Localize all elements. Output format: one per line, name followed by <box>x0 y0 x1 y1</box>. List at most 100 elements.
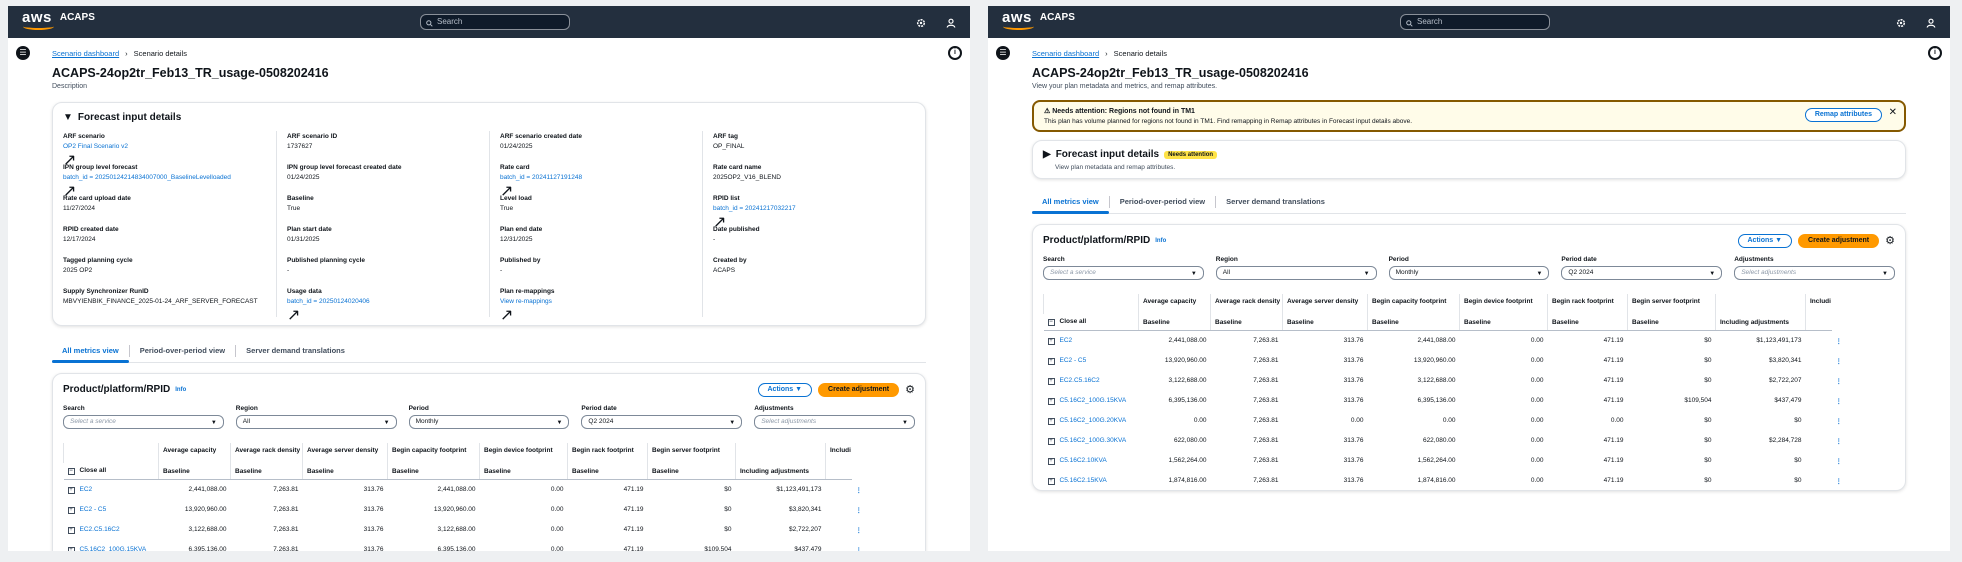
row-name-link[interactable]: EC2.C5.16C2 <box>80 526 120 533</box>
row-name[interactable]: + EC2 - C5 <box>64 500 159 520</box>
row-name-link[interactable]: C5.16C2_100G.20KVA <box>1060 417 1127 424</box>
create-adjustment-button[interactable]: Create adjustment <box>1798 234 1880 248</box>
row-name[interactable]: + C5.16C2_100G.15KVA <box>1044 391 1139 411</box>
column-header[interactable]: Average capacity <box>158 443 231 463</box>
column-header[interactable]: Includi <box>825 443 852 463</box>
expand-plus-icon[interactable]: + <box>1047 437 1055 445</box>
row-name[interactable]: + C5.16C2_100G.30KVA <box>1044 431 1139 451</box>
expand-plus-icon[interactable]: + <box>1047 477 1055 485</box>
filter-select[interactable]: Select adjustments <box>1734 266 1895 280</box>
row-name[interactable]: + EC2.C5.16C2 <box>1044 371 1139 391</box>
filter-select[interactable]: Select a service <box>63 415 224 429</box>
breadcrumb-scenario-dashboard[interactable]: Scenario dashboard <box>1032 49 1099 58</box>
row-name[interactable]: + C5.16C2.15KVA <box>1044 471 1139 491</box>
expand-plus-icon[interactable]: + <box>67 546 75 551</box>
side-nav-menu-icon[interactable]: ☰ <box>16 46 30 60</box>
close-all-control[interactable]: − Close all <box>63 463 159 480</box>
settings-gear-icon[interactable]: ⚙ <box>1885 235 1895 247</box>
remap-attributes-button[interactable]: Remap attributes <box>1804 108 1882 122</box>
tab-all-metrics[interactable]: All metrics view <box>1032 191 1109 214</box>
create-adjustment-button[interactable]: Create adjustment <box>818 383 900 397</box>
help-panel-icon[interactable]: i <box>948 46 962 60</box>
row-name-link[interactable]: C5.16C2_100G.15KVA <box>80 546 147 552</box>
expand-plus-icon[interactable]: + <box>67 526 75 534</box>
row-name-link[interactable]: C5.16C2.15KVA <box>1060 477 1107 484</box>
tab-server-demand[interactable]: Server demand translations <box>1216 191 1335 213</box>
filter-select[interactable]: All <box>235 415 397 429</box>
row-name[interactable]: + C5.16C2_100G.15KVA <box>64 540 159 552</box>
side-nav-menu-icon[interactable]: ☰ <box>996 46 1010 60</box>
filter-select[interactable]: All <box>1215 266 1377 280</box>
row-name-link[interactable]: EC2 - C5 <box>1060 357 1087 364</box>
column-header[interactable]: Average server density <box>1282 294 1368 314</box>
forecast-expander[interactable]: ▼ Forecast input details <box>63 112 915 123</box>
column-header[interactable]: Average server density <box>302 443 388 463</box>
breadcrumb-scenario-dashboard[interactable]: Scenario dashboard <box>52 49 119 58</box>
actions-button[interactable]: Actions ▼ <box>757 383 813 397</box>
actions-button[interactable]: Actions ▼ <box>1737 234 1793 248</box>
close-all-control[interactable]: − Close all <box>1043 314 1139 331</box>
expand-plus-icon[interactable]: + <box>1047 457 1055 465</box>
expand-plus-icon[interactable]: + <box>1047 417 1055 425</box>
column-header[interactable]: Begin rack footprint <box>1547 294 1628 314</box>
row-name-link[interactable]: EC2 <box>1060 337 1073 344</box>
expand-plus-icon[interactable]: + <box>1047 357 1055 365</box>
tab-all-metrics[interactable]: All metrics view <box>52 340 129 363</box>
field-link[interactable]: batch_id = 20250124214834007000_Baseline… <box>63 174 276 181</box>
help-panel-icon[interactable]: i <box>1928 46 1942 60</box>
row-name[interactable]: + EC2 <box>64 480 159 500</box>
info-link[interactable]: Info <box>1155 238 1166 244</box>
filter-select[interactable]: Monthly <box>1388 266 1550 280</box>
column-header[interactable] <box>1715 294 1806 314</box>
column-header[interactable]: Begin server footprint <box>1627 294 1716 314</box>
row-name-link[interactable]: EC2.C5.16C2 <box>1060 377 1100 384</box>
field-link[interactable]: batch_id = 20250124020406 <box>287 298 489 305</box>
row-name[interactable]: + EC2 <box>1044 331 1139 351</box>
row-name-link[interactable]: C5.16C2.10KVA <box>1060 457 1107 464</box>
row-name-link[interactable]: EC2 - C5 <box>80 506 107 513</box>
column-header[interactable]: Includi <box>1805 294 1832 314</box>
tab-period-over-period[interactable]: Period-over-period view <box>130 340 235 362</box>
tab-server-demand[interactable]: Server demand translations <box>236 340 355 362</box>
row-name-link[interactable]: EC2 <box>80 486 93 493</box>
global-search-input[interactable]: Search <box>420 14 570 30</box>
row-name[interactable]: + EC2 - C5 <box>1044 351 1139 371</box>
column-header[interactable]: Begin capacity footprint <box>387 443 480 463</box>
field-link[interactable]: OP2 Final Scenario v2 <box>63 143 276 150</box>
filter-select[interactable]: Q2 2024 <box>581 415 743 429</box>
column-header[interactable]: Average rack density <box>230 443 303 463</box>
filter-select[interactable]: Q2 2024 <box>1561 266 1723 280</box>
column-header[interactable]: Begin rack footprint <box>567 443 648 463</box>
settings-gear-icon[interactable] <box>916 15 926 28</box>
column-header[interactable]: Begin capacity footprint <box>1367 294 1460 314</box>
row-name[interactable]: + C5.16C2_100G.20KVA <box>1044 411 1139 431</box>
global-search-input[interactable]: Search <box>1400 14 1550 30</box>
field-link[interactable]: batch_id = 20241127191248 <box>500 174 702 181</box>
aws-logo[interactable]: aws ACAPS <box>1002 10 1075 30</box>
filter-select[interactable]: Monthly <box>408 415 570 429</box>
user-profile-icon[interactable] <box>946 15 956 28</box>
settings-gear-icon[interactable]: ⚙ <box>905 384 915 396</box>
column-header[interactable] <box>735 443 826 463</box>
tab-period-over-period[interactable]: Period-over-period view <box>1110 191 1215 213</box>
expand-plus-icon[interactable]: + <box>1047 397 1055 405</box>
user-profile-icon[interactable] <box>1926 15 1936 28</box>
filter-select[interactable]: Select a service <box>1043 266 1204 280</box>
info-link[interactable]: Info <box>175 387 186 393</box>
settings-gear-icon[interactable] <box>1896 15 1906 28</box>
row-name[interactable]: + EC2.C5.16C2 <box>64 520 159 540</box>
row-name-link[interactable]: C5.16C2_100G.15KVA <box>1060 397 1127 404</box>
column-header[interactable]: Begin device footprint <box>1459 294 1548 314</box>
field-link[interactable]: batch_id = 20241217032217 <box>713 205 915 212</box>
column-header[interactable]: Average rack density <box>1210 294 1283 314</box>
aws-logo[interactable]: aws ACAPS <box>22 10 95 30</box>
column-header[interactable]: Average capacity <box>1138 294 1211 314</box>
forecast-expander[interactable]: ▶ Forecast input details Needs attention <box>1043 149 1895 160</box>
field-link[interactable]: View re-mappings <box>500 298 702 305</box>
expand-plus-icon[interactable]: + <box>67 506 75 514</box>
expand-plus-icon[interactable]: + <box>1047 377 1055 385</box>
expand-plus-icon[interactable]: + <box>1047 337 1055 345</box>
column-header[interactable]: Begin server footprint <box>647 443 736 463</box>
close-icon[interactable]: ✕ <box>1889 107 1897 118</box>
expand-plus-icon[interactable]: + <box>67 486 75 494</box>
